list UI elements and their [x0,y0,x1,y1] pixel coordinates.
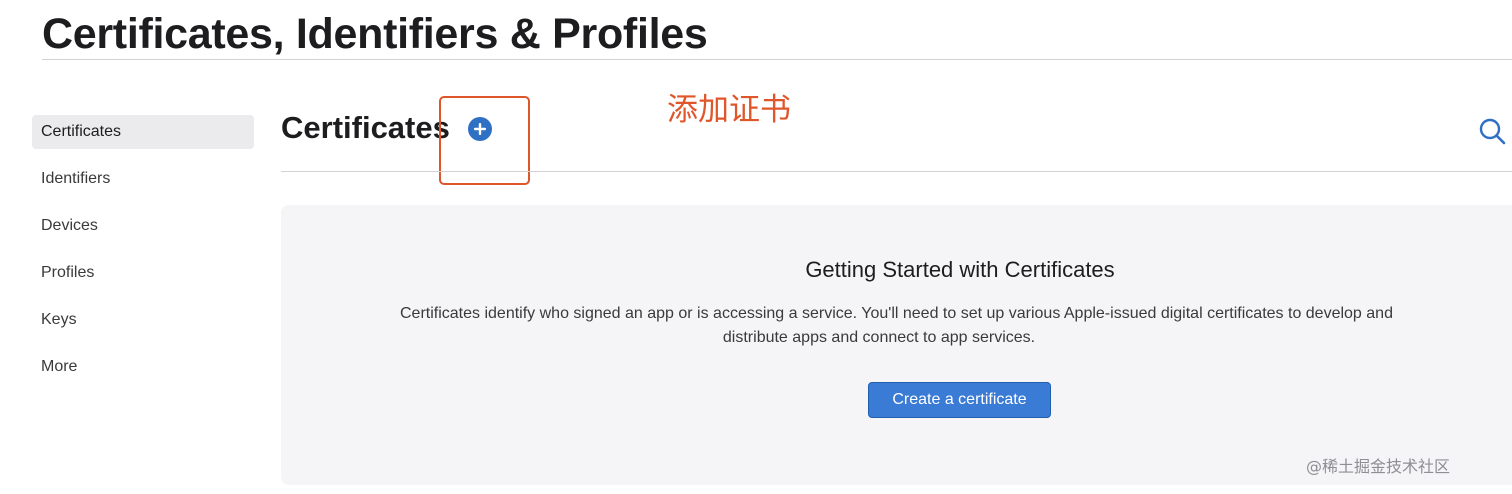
sidebar-item-profiles[interactable]: Profiles [32,256,254,290]
search-icon [1479,118,1506,145]
create-certificate-button[interactable]: Create a certificate [868,382,1051,418]
title-divider [42,59,1512,60]
watermark: @稀土掘金技术社区 [1306,457,1451,476]
section-title: Certificates [281,110,450,145]
sidebar-item-certificates[interactable]: Certificates [32,115,254,149]
panel-description: Certificates identify who signed an app … [400,302,1512,350]
panel-heading: Getting Started with Certificates [805,257,1115,282]
panel-description-line-1: Certificates identify who signed an app … [400,305,1393,322]
page-title: Certificates, Identifiers & Profiles [42,10,708,58]
section-divider [281,171,1512,172]
panel-description-line-2: distribute apps and connect to app servi… [722,329,1036,346]
sidebar-item-more[interactable]: More [32,350,254,384]
sidebar: Certificates Identifiers Devices Profile… [32,115,254,397]
annotation-label: 添加证书 [667,92,791,128]
getting-started-panel: Getting Started with Certificates Certif… [281,205,1512,485]
search-button[interactable] [1478,117,1506,145]
sidebar-item-devices[interactable]: Devices [32,209,254,243]
sidebar-item-keys[interactable]: Keys [32,303,254,337]
sidebar-item-identifiers[interactable]: Identifiers [32,162,254,196]
page: Certificates, Identifiers & Profiles Cer… [0,0,1512,494]
